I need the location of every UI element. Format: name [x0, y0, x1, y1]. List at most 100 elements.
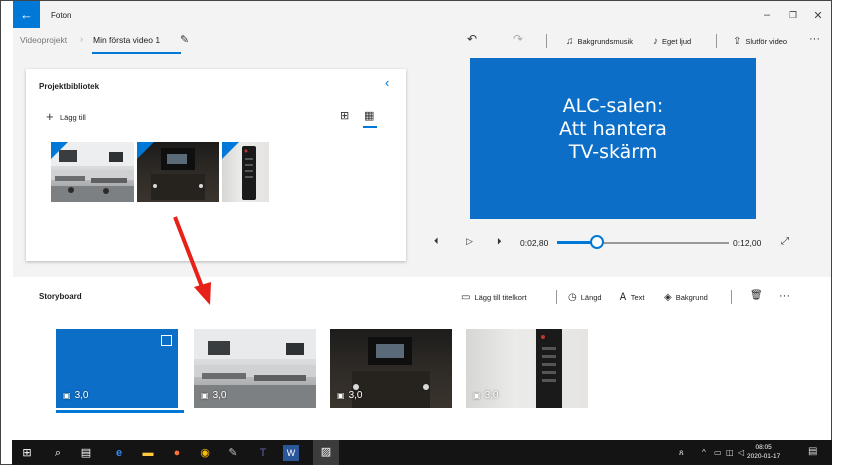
divider [546, 34, 547, 48]
previous-frame-icon[interactable]: ⏴ [434, 236, 439, 247]
file-explorer-icon[interactable]: ▬ [140, 445, 156, 461]
select-checkbox[interactable] [161, 335, 172, 346]
paint-bucket-icon: ◈ [664, 292, 672, 303]
grid-view-icon[interactable]: ⊞ [340, 109, 349, 122]
task-view-icon[interactable]: ▤ [78, 445, 94, 461]
delete-icon[interactable]: 🗑 [750, 290, 763, 301]
paint-icon[interactable]: ✎ [225, 445, 241, 461]
volume-icon[interactable]: ◁ [738, 448, 744, 457]
breadcrumb-current: Min första video 1 [93, 35, 161, 45]
selected-marker [222, 142, 239, 159]
edge-icon[interactable]: e [111, 445, 127, 461]
restore-icon[interactable]: ❐ [783, 10, 803, 21]
background-music-label: Bakgrundsmusik [577, 37, 633, 46]
project-library-panel: Projektbibliotek ‹ + Lägg till ⊞ ▦ [26, 69, 406, 261]
preview-line-2: Att hantera [559, 118, 667, 140]
teams-icon[interactable]: T [255, 445, 271, 461]
notifications-icon[interactable]: ▤ [808, 446, 817, 457]
divider [731, 290, 732, 304]
arrow-left-icon: ← [20, 7, 33, 22]
text-button[interactable]: Ꭺ Text [620, 292, 645, 303]
more-icon[interactable]: ··· [809, 33, 820, 45]
preview-title-text: ALC-salen: Att hantera TV-skärm [470, 95, 756, 164]
photos-icon[interactable]: ▨ [313, 440, 339, 465]
title-bar: ← Foton – ❐ ✕ [13, 1, 831, 31]
card-duration-value: 3,0 [74, 390, 89, 401]
pencil-icon[interactable]: ✎ [180, 33, 189, 46]
main-area: ← Foton – ❐ ✕ Videoprojekt › Min första … [13, 1, 831, 441]
system-clock[interactable]: 08:05 2020-01-17 [747, 443, 780, 461]
add-title-card-button[interactable]: ▭ Lägg till titelkort [461, 292, 527, 303]
windows-taskbar: ⊞ ⌕ ▤ e ▬ ● ◉ ✎ T W ▨ ጸ ^ ▭ ◫ ◁ 08:05 20… [12, 440, 832, 465]
card-duration-label: ▣ 3,0 [201, 390, 226, 401]
storyboard-title: Storyboard [39, 292, 82, 301]
collapse-chevron-icon[interactable]: ‹ [385, 75, 389, 90]
fullscreen-icon[interactable]: ⤢ [781, 236, 789, 247]
people-icon[interactable]: ጸ [679, 448, 684, 458]
divider [716, 34, 717, 48]
selected-marker [137, 142, 154, 159]
music-note-icon: ♫ [566, 36, 574, 47]
card-duration-label: ▣ 3,0 [473, 390, 498, 401]
card-duration-value: 3,0 [348, 390, 363, 401]
next-frame-icon[interactable]: ⏵ [497, 236, 502, 247]
search-icon[interactable]: ⌕ [50, 445, 66, 461]
undo-icon[interactable]: ↶ [467, 32, 477, 46]
breadcrumb-parent[interactable]: Videoprojekt [20, 35, 67, 45]
library-title: Projektbibliotek [39, 82, 100, 91]
storyboard-card-classroom[interactable]: ▣ 3,0 [194, 329, 316, 408]
storyboard-card-remote[interactable]: ▣ 3,0 [466, 329, 588, 408]
storyboard-panel: Storyboard ▭ Lägg till titelkort ◷ Längd Ꭺ… [13, 277, 831, 441]
finish-video-label: Slutför video [745, 37, 788, 46]
library-thumbnail-remote[interactable] [222, 142, 269, 202]
more-icon[interactable]: ··· [779, 290, 790, 302]
divider [556, 290, 557, 304]
custom-audio-button[interactable]: ♪ Eget ljud [653, 36, 691, 47]
add-title-card-label: Lägg till titelkort [474, 293, 527, 302]
custom-audio-label: Eget ljud [662, 37, 692, 46]
detail-view-icon[interactable]: ▦ [364, 109, 374, 122]
preview-line-1: ALC-salen: [562, 95, 664, 117]
library-thumbnail-classroom[interactable] [51, 142, 134, 202]
duration-label: Längd [580, 293, 602, 302]
current-time: 0:02,80 [520, 238, 549, 248]
text-icon: Ꭺ [620, 292, 627, 303]
add-media-button[interactable]: Lägg till [60, 113, 86, 122]
redo-icon[interactable]: ↷ [513, 32, 523, 46]
background-label: Bakgrund [675, 293, 708, 302]
chrome-icon[interactable]: ◉ [197, 445, 213, 461]
image-icon: ▣ [473, 391, 481, 400]
library-thumbnail-tv[interactable] [137, 142, 219, 202]
play-icon[interactable]: ▷ [466, 236, 473, 247]
windows-start-icon[interactable]: ⊞ [19, 445, 35, 461]
text-label: Text [630, 293, 645, 302]
preview-line-3: TV-skärm [568, 141, 658, 163]
export-icon: ⇪ [733, 36, 742, 47]
seek-handle[interactable] [590, 235, 605, 249]
plus-icon[interactable]: + [46, 109, 54, 124]
background-music-button[interactable]: ♫ Bakgrundsmusik [566, 36, 633, 47]
clock-time: 08:05 [755, 444, 772, 451]
card-duration-value: 3,0 [484, 390, 499, 401]
clock-date: 2020-01-17 [747, 453, 781, 460]
storyboard-card-tv[interactable]: ▣ 3,0 [330, 329, 452, 408]
title-card-icon: ▭ [461, 292, 471, 303]
word-icon[interactable]: W [283, 445, 299, 461]
video-preview[interactable]: ALC-salen: Att hantera TV-skärm [470, 58, 756, 219]
duration-button[interactable]: ◷ Längd [568, 292, 602, 303]
back-button[interactable]: ← [13, 1, 40, 28]
network-icon[interactable]: ◫ [726, 448, 734, 457]
image-icon: ▣ [337, 391, 345, 400]
close-icon[interactable]: ✕ [808, 9, 828, 22]
storyboard-card-title[interactable]: ▣ 3,0 [56, 329, 178, 408]
card-duration-label: ▣ 3,0 [63, 390, 88, 401]
battery-icon[interactable]: ▭ [714, 448, 722, 457]
background-button[interactable]: ◈ Bakgrund [664, 292, 708, 303]
finish-video-button[interactable]: ⇪ Slutför video [733, 36, 787, 47]
clock-icon: ◷ [568, 292, 577, 303]
app-window: ← Foton – ❐ ✕ Videoprojekt › Min första … [0, 0, 832, 465]
minimize-icon[interactable]: – [757, 9, 777, 21]
tray-chevron-icon[interactable]: ^ [702, 448, 706, 457]
firefox-icon[interactable]: ● [169, 445, 185, 461]
voice-icon: ♪ [653, 36, 658, 47]
